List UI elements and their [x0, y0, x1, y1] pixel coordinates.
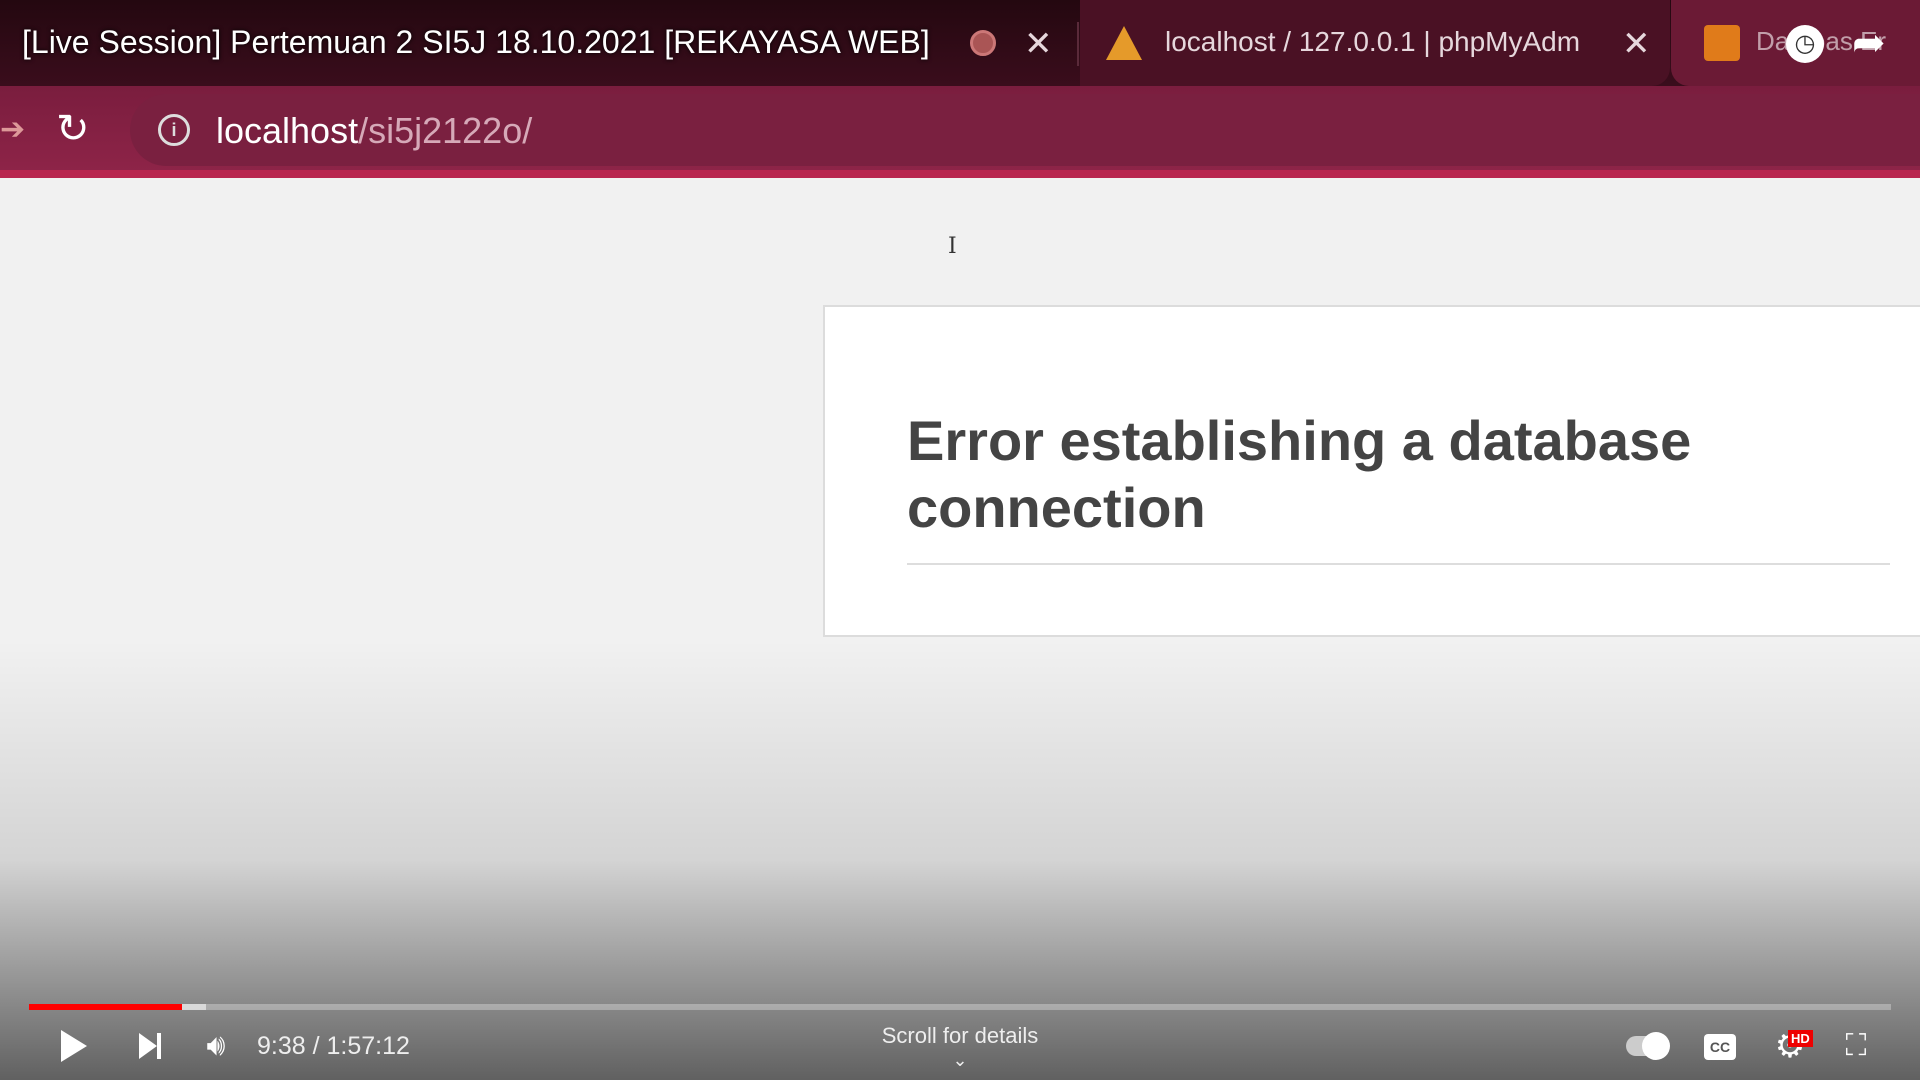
- progress-bar[interactable]: [29, 1004, 1891, 1010]
- tab-close-icon[interactable]: ✕: [1622, 24, 1651, 64]
- url-host: localhost: [216, 110, 359, 151]
- autoplay-knob: [1642, 1032, 1670, 1060]
- tab-close-icon[interactable]: ✕: [1024, 24, 1053, 64]
- reload-icon[interactable]: ↻: [56, 106, 90, 152]
- phpmyadmin-icon: [1106, 26, 1142, 60]
- url-text[interactable]: localhost/si5j2122o/: [216, 110, 532, 152]
- hd-badge: HD: [1788, 1030, 1813, 1047]
- toolbar-border: [0, 170, 1920, 178]
- forward-icon[interactable]: ➔: [0, 112, 25, 147]
- recording-icon: [970, 30, 996, 56]
- next-bar: [157, 1033, 161, 1059]
- watch-later-icon[interactable]: ◷: [1786, 25, 1824, 63]
- scroll-hint[interactable]: Scroll for details: [760, 1023, 1160, 1049]
- info-icon[interactable]: i: [158, 114, 190, 146]
- error-box: Error establishing a database connection: [823, 305, 1920, 638]
- text-cursor-icon: I: [948, 234, 957, 259]
- play-icon: [61, 1030, 87, 1062]
- time-total: 1:57:12: [326, 1032, 410, 1060]
- xampp-icon: [1704, 25, 1740, 61]
- autoplay-toggle[interactable]: [1626, 1032, 1670, 1060]
- error-divider: [907, 563, 1890, 566]
- play-button[interactable]: [56, 1026, 92, 1066]
- time-current: 9:38: [257, 1032, 306, 1060]
- tab-separator: [1077, 22, 1079, 66]
- next-icon: [139, 1033, 157, 1059]
- share-icon[interactable]: ➦: [1852, 20, 1886, 66]
- error-heading: Error establishing a database connection: [907, 409, 1692, 540]
- exit-fullscreen-icon[interactable]: ⛶: [1838, 1028, 1874, 1064]
- time-separator: /: [305, 1032, 327, 1060]
- tab-label: localhost / 127.0.0.1 | phpMyAdm: [1165, 26, 1581, 57]
- volume-icon[interactable]: 🔊︎: [196, 1026, 236, 1066]
- player-gradient: [0, 640, 1920, 1080]
- next-button[interactable]: [134, 1030, 166, 1062]
- chevron-down-icon[interactable]: ⌄: [945, 1050, 975, 1070]
- played-bar: [29, 1004, 182, 1010]
- captions-icon[interactable]: CC: [1704, 1034, 1736, 1060]
- time-display: 9:38 / 1:57:12: [257, 1032, 410, 1061]
- video-title[interactable]: [Live Session] Pertemuan 2 SI5J 18.10.20…: [22, 24, 930, 61]
- url-path: /si5j2122o/: [358, 110, 533, 151]
